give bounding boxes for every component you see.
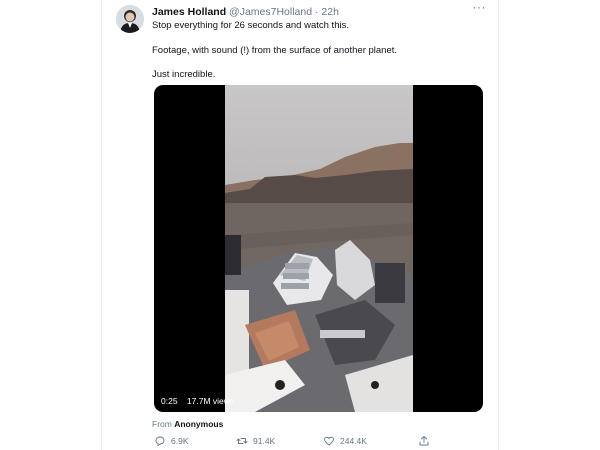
tweet-paragraph-3: Just incredible. xyxy=(152,69,216,80)
retweet-icon xyxy=(236,438,248,444)
reply-button[interactable]: 6.9K xyxy=(154,434,189,448)
retweet-count: 91.4K xyxy=(253,436,276,446)
like-icon xyxy=(324,436,334,446)
reply-count: 6.9K xyxy=(171,436,189,446)
reply-icon xyxy=(155,436,165,446)
header-separator: · xyxy=(315,6,319,18)
tweet-header: James Holland @James7Holland · 22h xyxy=(152,4,474,20)
tweet-actions: 6.9K 91.4K 244.4K xyxy=(150,434,490,448)
media-source: From Anonymous xyxy=(152,419,223,429)
video-player[interactable]: 0:25 17.7M views xyxy=(154,85,483,412)
author-handle[interactable]: @James7Holland xyxy=(229,6,312,18)
video-frame[interactable] xyxy=(225,85,413,412)
more-dots-icon[interactable]: ··· xyxy=(473,0,487,14)
share-button[interactable] xyxy=(418,434,435,448)
share-icon xyxy=(419,436,429,446)
tweet-paragraph-2: Footage, with sound (!) from the surface… xyxy=(152,45,398,56)
retweet-button[interactable]: 91.4K xyxy=(236,434,275,448)
mars-rover-image xyxy=(225,85,413,412)
tweet-paragraph-1: Stop everything for 26 seconds and watch… xyxy=(152,20,349,31)
source-name[interactable]: Anonymous xyxy=(174,419,223,429)
author-name[interactable]: James Holland xyxy=(152,6,226,18)
video-views: 17.7M views xyxy=(186,396,235,406)
like-count: 244.4K xyxy=(340,436,367,446)
tweet-time[interactable]: 22h xyxy=(321,6,339,18)
tweet-card[interactable]: James Holland @James7Holland · 22h ··· S… xyxy=(101,0,499,450)
video-duration: 0:25 xyxy=(161,396,178,406)
avatar[interactable] xyxy=(116,5,144,33)
video-overlay: 0:25 17.7M views xyxy=(161,396,241,406)
source-prefix: From xyxy=(152,419,172,429)
like-button[interactable]: 244.4K xyxy=(323,434,367,448)
